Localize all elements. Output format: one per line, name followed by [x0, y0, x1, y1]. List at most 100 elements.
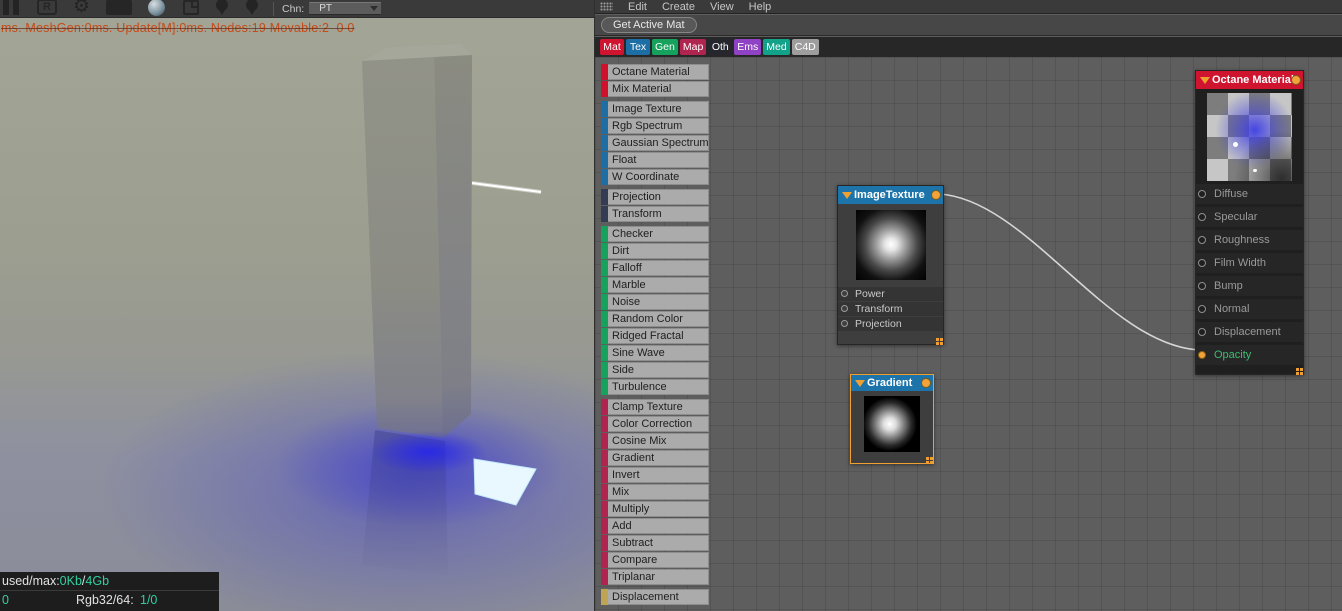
- output-socket[interactable]: [931, 190, 941, 200]
- input-row-transform[interactable]: Transform: [838, 302, 943, 316]
- page-icon[interactable]: [183, 0, 200, 15]
- node-imagetexture[interactable]: ImageTexture Power Transform Projection: [837, 185, 944, 345]
- input-socket[interactable]: [1198, 305, 1206, 313]
- node-list-item-mix[interactable]: Mix: [601, 484, 709, 500]
- node-list-item-random-color[interactable]: Random Color: [601, 311, 709, 327]
- collapse-triangle-icon[interactable]: [842, 192, 852, 199]
- node-list-item-gradient[interactable]: Gradient: [601, 450, 709, 466]
- node-list-item-projection[interactable]: Projection: [601, 189, 709, 205]
- input-row-roughness[interactable]: Roughness: [1196, 230, 1303, 250]
- menu-create[interactable]: Create: [662, 1, 695, 13]
- node-gradient[interactable]: Gradient: [850, 374, 934, 464]
- input-socket[interactable]: [1198, 282, 1206, 290]
- node-list-item-invert[interactable]: Invert: [601, 467, 709, 483]
- node-color-swatch: [601, 311, 608, 327]
- node-list-item-float[interactable]: Float: [601, 152, 709, 168]
- channel-dropdown[interactable]: PT: [309, 2, 382, 15]
- node-list-item-w-coordinate[interactable]: W Coordinate: [601, 169, 709, 185]
- node-gradient-header[interactable]: Gradient: [851, 375, 933, 391]
- node-list-item-displacement[interactable]: Displacement: [601, 589, 709, 605]
- menu-help[interactable]: Help: [749, 1, 772, 13]
- node-title: ImageTexture: [854, 189, 925, 201]
- input-row-specular[interactable]: Specular: [1196, 207, 1303, 227]
- resize-grip-icon[interactable]: [1296, 368, 1299, 371]
- filter-tab-gen[interactable]: Gen: [652, 39, 678, 55]
- input-row-projection[interactable]: Projection: [838, 317, 943, 331]
- node-list-item-rgb-spectrum[interactable]: Rgb Spectrum: [601, 118, 709, 134]
- node-list-item-multiply[interactable]: Multiply: [601, 501, 709, 517]
- node-list-item-compare[interactable]: Compare: [601, 552, 709, 568]
- node-list-item-color-correction[interactable]: Color Correction: [601, 416, 709, 432]
- input-row-power[interactable]: Power: [838, 287, 943, 301]
- node-list-item-triplanar[interactable]: Triplanar: [601, 569, 709, 585]
- chevron-down-icon: [370, 6, 379, 11]
- panel-grip-icon[interactable]: [600, 2, 613, 11]
- get-active-mat-button[interactable]: Get Active Mat: [601, 17, 697, 33]
- node-list-item-add[interactable]: Add: [601, 518, 709, 534]
- node-list-item-marble[interactable]: Marble: [601, 277, 709, 293]
- output-socket[interactable]: [1291, 75, 1301, 85]
- node-list-item-label: Displacement: [608, 589, 709, 605]
- resize-grip-icon[interactable]: [926, 457, 929, 460]
- node-list-item-turbulence[interactable]: Turbulence: [601, 379, 709, 395]
- filter-tab-ems[interactable]: Ems: [734, 39, 762, 55]
- channel-label: Chn:: [282, 2, 305, 15]
- menu-view[interactable]: View: [710, 1, 734, 13]
- render-letter-icon[interactable]: R: [37, 0, 57, 15]
- node-list-item-dirt[interactable]: Dirt: [601, 243, 709, 259]
- output-socket[interactable]: [921, 378, 931, 388]
- node-list-item-sine-wave[interactable]: Sine Wave: [601, 345, 709, 361]
- resize-grip-icon[interactable]: [936, 338, 939, 341]
- node-list-item-side[interactable]: Side: [601, 362, 709, 378]
- node-list-item-octane-material[interactable]: Octane Material: [601, 64, 709, 80]
- input-socket[interactable]: [1198, 351, 1206, 359]
- node-list-item-clamp-texture[interactable]: Clamp Texture: [601, 399, 709, 415]
- node-list-item-falloff[interactable]: Falloff: [601, 260, 709, 276]
- node-list-item-noise[interactable]: Noise: [601, 294, 709, 310]
- node-list-item-gaussian-spectrum[interactable]: Gaussian Spectrum: [601, 135, 709, 151]
- node-list-item-transform[interactable]: Transform: [601, 206, 709, 222]
- node-list-item-mix-material[interactable]: Mix Material: [601, 81, 709, 97]
- node-octane-material-header[interactable]: Octane Material: [1196, 71, 1303, 89]
- collapse-triangle-icon[interactable]: [855, 380, 865, 387]
- node-octane-material[interactable]: Octane Material Diffuse Specular Roughness…: [1195, 70, 1304, 375]
- input-socket[interactable]: [1198, 190, 1206, 198]
- filter-tab-oth[interactable]: Oth: [708, 39, 733, 55]
- collapse-triangle-icon[interactable]: [1200, 77, 1210, 84]
- input-socket[interactable]: [1198, 236, 1206, 244]
- input-socket[interactable]: [841, 290, 848, 297]
- node-list-item-image-texture[interactable]: Image Texture: [601, 101, 709, 117]
- input-list: Power Transform Projection: [838, 287, 943, 331]
- input-row-diffuse[interactable]: Diffuse: [1196, 184, 1303, 204]
- pause-icon[interactable]: [3, 0, 19, 15]
- node-graph-canvas[interactable]: Octane Material Mix Material Image Texture…: [595, 57, 1342, 611]
- menu-edit[interactable]: Edit: [628, 1, 647, 13]
- filter-tab-tex[interactable]: Tex: [626, 39, 650, 55]
- input-socket[interactable]: [1198, 213, 1206, 221]
- 3d-viewport[interactable]: R ⚙ Chn: PT ms. MeshGen:0ms. Update[M]:0…: [0, 0, 594, 611]
- pin-icon[interactable]: [245, 0, 259, 15]
- input-socket[interactable]: [1198, 259, 1206, 267]
- input-socket[interactable]: [841, 320, 848, 327]
- gear-icon[interactable]: ⚙: [73, 0, 90, 16]
- wire-imagetexture-to-opacity[interactable]: [938, 193, 1200, 351]
- node-imagetexture-header[interactable]: ImageTexture: [838, 186, 943, 204]
- filter-tab-med[interactable]: Med: [763, 39, 790, 55]
- region-rect-icon[interactable]: [106, 0, 133, 15]
- input-row-opacity[interactable]: Opacity: [1196, 345, 1303, 365]
- material-ball-icon[interactable]: [148, 0, 166, 16]
- pin-icon[interactable]: [215, 0, 229, 15]
- input-socket[interactable]: [1198, 328, 1206, 336]
- filter-tab-mat[interactable]: Mat: [600, 39, 624, 55]
- node-list-item-subtract[interactable]: Subtract: [601, 535, 709, 551]
- input-row-normal[interactable]: Normal: [1196, 299, 1303, 319]
- node-list-item-ridged-fractal[interactable]: Ridged Fractal: [601, 328, 709, 344]
- input-row-film-width[interactable]: Film Width: [1196, 253, 1303, 273]
- node-list-item-checker[interactable]: Checker: [601, 226, 709, 242]
- node-list-item-cosine-mix[interactable]: Cosine Mix: [601, 433, 709, 449]
- input-row-displacement[interactable]: Displacement: [1196, 322, 1303, 342]
- input-row-bump[interactable]: Bump: [1196, 276, 1303, 296]
- filter-tab-c4d[interactable]: C4D: [791, 39, 819, 55]
- filter-tab-map[interactable]: Map: [679, 39, 707, 55]
- input-socket[interactable]: [841, 305, 848, 312]
